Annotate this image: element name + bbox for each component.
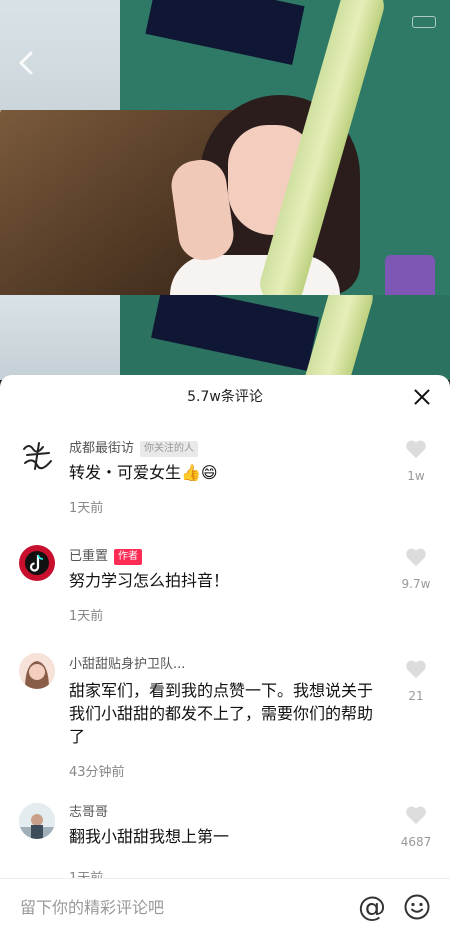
comments-sheet: 5.7w条评论 成都最街访 你关注的人 转发・可爱女生👍😄 1天前 1w 已重置… bbox=[0, 375, 450, 937]
comment-text[interactable]: 翻我小甜甜我想上第一 bbox=[69, 825, 379, 848]
heart-icon[interactable] bbox=[405, 805, 427, 825]
like-button[interactable]: 4687 bbox=[396, 805, 436, 849]
emoji-icon[interactable] bbox=[404, 894, 430, 920]
comment-text[interactable]: 转发・可爱女生👍😄 bbox=[69, 461, 379, 484]
comment-time: 43分钟前 bbox=[69, 765, 125, 780]
nickname-text[interactable]: 已重置 bbox=[69, 549, 108, 564]
comment-time: 1天前 bbox=[69, 501, 104, 516]
avatar[interactable] bbox=[19, 803, 55, 839]
comment-count: 5.7w条评论 bbox=[187, 389, 263, 405]
tiktok-logo-icon bbox=[25, 551, 49, 575]
user-photo bbox=[19, 653, 55, 689]
nickname-text[interactable]: 成都最街访 bbox=[69, 441, 134, 456]
comment-list[interactable]: 成都最街访 你关注的人 转发・可爱女生👍😄 1天前 1w 已重置 作者 努力学习怎 bbox=[0, 419, 450, 879]
at-icon[interactable]: @ bbox=[357, 893, 387, 923]
comment-input-bar: 留下你的精彩评论吧 @ bbox=[0, 878, 450, 937]
video-player[interactable] bbox=[0, 0, 450, 380]
back-arrow-icon[interactable] bbox=[12, 48, 42, 78]
close-icon[interactable] bbox=[412, 387, 432, 407]
like-count: 4687 bbox=[400, 835, 432, 849]
author-tag: 作者 bbox=[114, 549, 143, 565]
video-frame-bottom bbox=[0, 295, 450, 380]
comment-nickname[interactable]: 已重置 作者 bbox=[69, 545, 143, 565]
comment-nickname[interactable]: 志哥哥 bbox=[69, 801, 108, 820]
comment-text[interactable]: 甜家军们，看到我的点赞一下。我想说关于我们小甜甜的都发不上了，需要你们的帮助了 bbox=[69, 679, 379, 748]
following-tag: 你关注的人 bbox=[140, 441, 199, 457]
nickname-text[interactable]: 志哥哥 bbox=[69, 805, 108, 820]
heart-icon[interactable] bbox=[405, 547, 427, 567]
like-count: 9.7w bbox=[401, 577, 431, 591]
calligraphy-logo bbox=[23, 442, 52, 470]
comment-input[interactable]: 留下你的精彩评论吧 bbox=[20, 879, 164, 937]
avatar[interactable] bbox=[19, 653, 55, 689]
comment-text[interactable]: 努力学习怎么拍抖音！ bbox=[69, 569, 379, 592]
studio-sign bbox=[145, 0, 305, 65]
user-photo bbox=[19, 803, 55, 839]
like-button[interactable]: 1w bbox=[396, 439, 436, 483]
heart-icon[interactable] bbox=[405, 659, 427, 679]
comment-nickname[interactable]: 小甜甜贴身护卫队... bbox=[69, 653, 185, 672]
video-frame-top bbox=[0, 0, 450, 295]
like-count: 1w bbox=[407, 469, 425, 483]
avatar[interactable] bbox=[19, 545, 55, 581]
avatar[interactable] bbox=[19, 437, 55, 473]
like-button[interactable]: 21 bbox=[396, 659, 436, 703]
comment-time: 1天前 bbox=[69, 609, 104, 624]
comments-header: 5.7w条评论 bbox=[0, 375, 450, 419]
battery-icon bbox=[412, 16, 436, 28]
comment-nickname[interactable]: 成都最街访 你关注的人 bbox=[69, 437, 199, 457]
like-count: 21 bbox=[408, 689, 424, 703]
heart-icon[interactable] bbox=[405, 439, 427, 459]
like-button[interactable]: 9.7w bbox=[396, 547, 436, 591]
nickname-text[interactable]: 小甜甜贴身护卫队... bbox=[69, 657, 185, 672]
